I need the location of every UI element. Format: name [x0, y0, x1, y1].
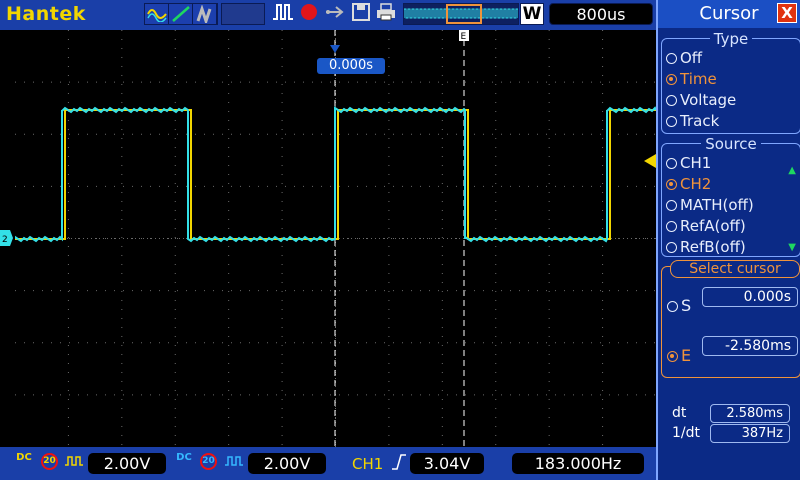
ch2-invert-icon[interactable]: [224, 453, 244, 473]
line-mode-icon[interactable]: [169, 4, 193, 24]
trigger-time-label: 0.000s: [317, 58, 385, 74]
top-toolbar: Hantek W 800us: [0, 0, 656, 30]
scroll-down-icon[interactable]: ▼: [788, 242, 796, 253]
cursor-menu-panel: Cursor X Type Off Time Voltage Track Source…: [656, 0, 800, 480]
ch2-scale[interactable]: 2.00V: [248, 453, 326, 474]
cursor-link-icon[interactable]: [324, 3, 346, 25]
radio-icon: [666, 221, 677, 232]
save-icon[interactable]: [352, 3, 370, 25]
type-option-label: Track: [680, 112, 720, 130]
radio-icon: [666, 95, 677, 106]
inverse-dt-value: 387Hz: [710, 423, 790, 443]
type-group-title: Type: [709, 30, 753, 48]
window-zoom-button[interactable]: W: [520, 3, 544, 25]
type-option-label: Voltage: [680, 91, 737, 109]
trigger-level[interactable]: 3.04V: [410, 453, 484, 474]
waveform-traces: [15, 106, 656, 243]
select-cursor-title: Select cursor: [670, 260, 800, 278]
radio-icon: [666, 242, 677, 253]
dt-label: dt: [672, 405, 687, 421]
radio-icon: [666, 116, 677, 127]
radio-icon: [666, 74, 677, 85]
cursor-s-option[interactable]: S: [667, 296, 691, 315]
type-option-label: Time: [680, 70, 717, 88]
channel-marker-strip: 2: [0, 30, 15, 447]
type-option-label: Off: [680, 49, 703, 67]
scroll-up-icon[interactable]: ▲: [788, 165, 796, 176]
radio-icon: [667, 351, 678, 362]
waveform-display[interactable]: E 0.000s: [15, 30, 656, 447]
print-icon[interactable]: [376, 3, 396, 25]
ch1-invert-icon[interactable]: [64, 453, 84, 473]
persistence-mode-icon[interactable]: [193, 4, 217, 24]
run-control-icons: [270, 3, 398, 25]
source-option-ch1[interactable]: CH1: [662, 153, 800, 174]
menu-title: Cursor X: [658, 0, 800, 28]
radio-icon: [666, 200, 677, 211]
source-option-label: RefB(off): [680, 238, 746, 256]
trigger-edge-icon[interactable]: [391, 453, 407, 475]
type-option-track[interactable]: Track: [662, 111, 800, 132]
close-icon[interactable]: X: [777, 3, 797, 23]
bottom-status-bar: DC 20 2.00V DC 20 2.00V CH1 3.04V 183.00…: [0, 447, 656, 480]
inverse-dt-label: 1/dt: [672, 425, 700, 441]
source-option-refb-off[interactable]: RefB(off): [662, 237, 800, 258]
run-stop-icon[interactable]: [300, 3, 318, 25]
timebase-value[interactable]: 800us: [549, 3, 653, 25]
radio-icon: [666, 158, 677, 169]
cursor-e-marker: E: [461, 32, 467, 42]
cursor-measurements: dt 2.580ms 1/dt 387Hz: [664, 403, 800, 443]
source-option-math-off[interactable]: MATH(off): [662, 195, 800, 216]
source-option-label: MATH(off): [680, 196, 754, 214]
ch1-scale[interactable]: 2.00V: [88, 453, 166, 474]
cursor-e-value[interactable]: -2.580ms: [702, 336, 798, 356]
source-options: CH1 CH2 MATH(off) RefA(off) RefB(off): [662, 144, 800, 258]
ch2-bandwidth-limit-badge[interactable]: 20: [200, 453, 217, 470]
source-option-label: CH2: [680, 175, 712, 193]
cursor-s-label: S: [681, 296, 692, 315]
sine-wave-mode-icon[interactable]: [145, 4, 169, 24]
status-blank-box: [221, 3, 265, 25]
display-mode-group[interactable]: [144, 3, 218, 25]
source-option-refa-off[interactable]: RefA(off): [662, 216, 800, 237]
trigger-source[interactable]: CH1: [352, 455, 383, 473]
cursor-e-option[interactable]: E: [667, 346, 691, 365]
ch2-coupling[interactable]: DC: [175, 453, 193, 463]
brand-logo: Hantek: [6, 3, 86, 25]
source-option-ch2[interactable]: CH2: [662, 174, 800, 195]
trigger-pulse-icon[interactable]: [272, 2, 294, 26]
ch1-bandwidth-limit-badge[interactable]: 20: [41, 453, 58, 470]
type-option-off[interactable]: Off: [662, 48, 800, 69]
menu-title-text: Cursor: [699, 3, 759, 24]
ch1-coupling[interactable]: DC: [15, 453, 33, 463]
radio-icon: [666, 179, 677, 190]
radio-icon: [667, 301, 678, 312]
source-option-label: CH1: [680, 154, 712, 172]
frequency-readout: 183.000Hz: [512, 453, 644, 474]
type-options: Off Time Voltage Track: [662, 39, 800, 132]
waveform-overview-strip[interactable]: [403, 3, 519, 25]
type-option-time[interactable]: Time: [662, 69, 800, 90]
dt-value: 2.580ms: [710, 403, 790, 423]
cursor-s-value[interactable]: 0.000s: [702, 287, 798, 307]
cursor-e-label: E: [681, 346, 692, 365]
source-option-label: RefA(off): [680, 217, 746, 235]
type-group: Type Off Time Voltage Track: [661, 30, 800, 134]
source-group: Source CH1 CH2 MATH(off) RefA(off) RefB(off)…: [661, 135, 800, 258]
radio-icon: [666, 53, 677, 64]
type-option-voltage[interactable]: Voltage: [662, 90, 800, 111]
svg-text:2: 2: [2, 235, 8, 245]
source-group-title: Source: [701, 135, 761, 153]
